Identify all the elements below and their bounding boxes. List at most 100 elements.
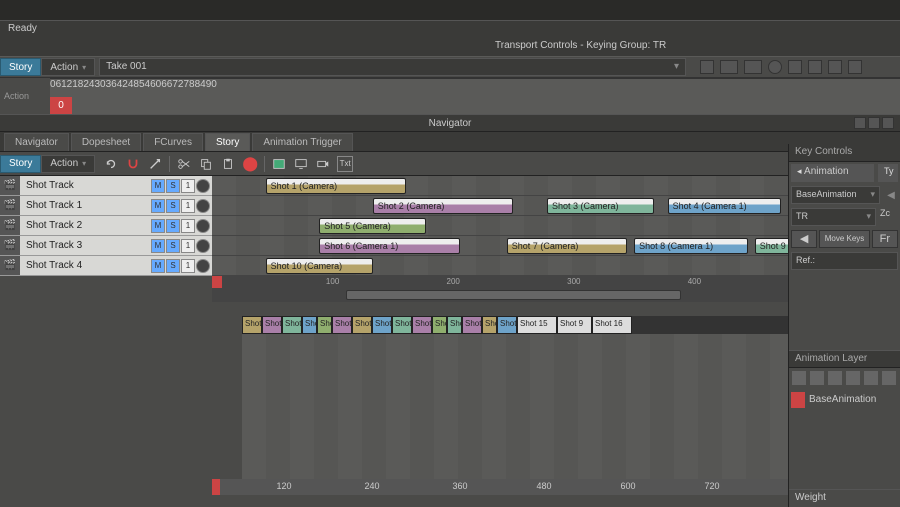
shot-strip-cell[interactable]: Shot — [242, 316, 262, 334]
razor-icon[interactable] — [147, 156, 163, 172]
story-toggle-button[interactable]: Story — [0, 155, 41, 173]
shot-strip-cell[interactable]: Shot — [462, 316, 482, 334]
record-arm-icon[interactable] — [196, 179, 210, 193]
animation-section[interactable]: ◂ Animation — [791, 164, 874, 182]
lock-icon[interactable]: 1 — [181, 259, 195, 273]
shot-strip-cell[interactable]: Shot — [372, 316, 392, 334]
current-frame-cursor[interactable]: 0 — [50, 97, 72, 115]
lock-icon[interactable]: 1 — [181, 219, 195, 233]
tab-navigator[interactable]: Navigator — [4, 133, 69, 151]
picture-icon[interactable] — [271, 156, 287, 172]
lock-icon[interactable]: 1 — [181, 199, 195, 213]
lock-icon[interactable]: 1 — [181, 239, 195, 253]
clapper-icon[interactable]: 🎬 — [0, 256, 20, 275]
track-lane[interactable]: Shot 6 (Camera 1) Shot 7 (Camera) Shot 8 (… — [212, 236, 882, 256]
layer-tool5-icon[interactable] — [864, 371, 878, 385]
fr-button[interactable]: Fr — [872, 230, 898, 248]
copy-icon[interactable] — [198, 156, 214, 172]
solo-icon[interactable]: S — [166, 259, 180, 273]
record-button[interactable] — [768, 60, 782, 74]
shot-strip-cell[interactable]: Shc — [432, 316, 447, 334]
magnet-icon[interactable] — [125, 156, 141, 172]
track-lane[interactable]: Shot 5 (Camera) — [212, 216, 882, 236]
shot-clip[interactable]: Shot 6 (Camera 1) — [319, 238, 460, 254]
minimize-icon[interactable] — [854, 117, 866, 129]
bottom-cursor[interactable] — [212, 479, 220, 495]
shot-strip-cell[interactable]: Shot 9 — [557, 316, 592, 334]
shot-strip-cell[interactable]: Shot — [332, 316, 352, 334]
shot-clip[interactable]: Shot 8 (Camera 1) — [634, 238, 748, 254]
shot-strip-cell[interactable]: Shot — [392, 316, 412, 334]
txt-icon[interactable]: Txt — [337, 156, 353, 172]
prev-key-button[interactable]: ◀ — [791, 230, 817, 248]
layer-select-dropdown[interactable]: BaseAnimation — [791, 186, 880, 204]
shot-strip-cell[interactable]: Shot 16 — [592, 316, 632, 334]
clapper-icon[interactable]: 🎬 — [0, 236, 20, 255]
solo-icon[interactable]: S — [166, 239, 180, 253]
tab-fcurves[interactable]: FCurves — [143, 133, 203, 151]
mini-cursor[interactable] — [212, 276, 222, 288]
bottom-ruler[interactable]: 120240360480600720 — [212, 479, 882, 495]
step-fwd-button[interactable] — [828, 60, 842, 74]
scroll-thumb[interactable] — [346, 290, 681, 300]
track-row[interactable]: 🎬 Shot Track 3 M S 1 — [0, 236, 212, 256]
shot-clip[interactable]: Shot 3 (Camera) — [547, 198, 654, 214]
shot-clip[interactable]: Shot 2 (Camera) — [373, 198, 514, 214]
tab-story[interactable]: Story — [205, 133, 250, 151]
layer-del-icon[interactable] — [828, 371, 842, 385]
collapse-bar[interactable]: ▸ — [0, 302, 900, 316]
record-arm-icon[interactable] — [196, 239, 210, 253]
close-icon[interactable] — [882, 117, 894, 129]
shot-strip-cell[interactable]: Shc — [482, 316, 497, 334]
shot-clip[interactable]: Shot 1 (Camera) — [266, 178, 407, 194]
shot-strip-cell[interactable]: Shc — [302, 316, 317, 334]
step-back-button[interactable] — [808, 60, 822, 74]
layer-dup-icon[interactable] — [810, 371, 824, 385]
clapper-icon[interactable]: 🎬 — [0, 196, 20, 215]
tab-animation-trigger[interactable]: Animation Trigger — [252, 133, 352, 151]
film-icon[interactable]: ⬤ — [242, 156, 258, 172]
shot-strip[interactable]: ShotShotShotShcShcShotShotShotShotShotSh… — [242, 316, 882, 334]
shot-clip[interactable]: Shot 4 (Camera 1) — [668, 198, 782, 214]
clapper-icon[interactable]: 🎬 — [0, 176, 20, 195]
mute-icon[interactable]: M — [151, 179, 165, 193]
layer-item-base[interactable]: BaseAnimation — [791, 390, 898, 410]
shot-strip-cell[interactable]: Shc — [317, 316, 332, 334]
loop-button[interactable] — [700, 60, 714, 74]
camera-icon[interactable] — [315, 156, 331, 172]
lock-icon[interactable]: 1 — [181, 179, 195, 193]
shot-clip[interactable]: Shot 10 (Camera) — [266, 258, 373, 274]
record-arm-icon[interactable] — [196, 219, 210, 233]
shot-strip-cell[interactable]: Shot — [412, 316, 432, 334]
monitor-icon[interactable] — [293, 156, 309, 172]
track-lane[interactable]: Shot 1 (Camera) — [212, 176, 882, 196]
track-row[interactable]: 🎬 Shot Track 4 M S 1 — [0, 256, 212, 276]
shot-strip-cell[interactable]: Shot — [282, 316, 302, 334]
ref-field[interactable]: Ref.: — [791, 252, 898, 270]
timeline-scrollbar[interactable] — [212, 288, 882, 302]
tr-dropdown[interactable]: TR — [791, 208, 876, 226]
mute-icon[interactable]: M — [151, 219, 165, 233]
record-arm-icon[interactable] — [196, 259, 210, 273]
stop-button[interactable] — [720, 60, 738, 74]
move-keys-button[interactable]: Move Keys — [819, 230, 870, 248]
shot-clip[interactable]: Shot 7 (Camera) — [507, 238, 628, 254]
track-content[interactable]: Shot 1 (Camera) Shot 2 (Camera) Shot 3 (Ca… — [212, 176, 882, 276]
layer-tool6-icon[interactable] — [882, 371, 896, 385]
undo-icon[interactable] — [103, 156, 119, 172]
maximize-icon[interactable] — [868, 117, 880, 129]
dope-body[interactable] — [242, 334, 882, 479]
story-action-dropdown[interactable]: Action — [41, 155, 95, 173]
solo-icon[interactable]: S — [166, 199, 180, 213]
layer-new-icon[interactable] — [792, 371, 806, 385]
mini-ruler[interactable]: 100200300400500 — [212, 276, 882, 288]
layer-tool4-icon[interactable] — [846, 371, 860, 385]
mute-icon[interactable]: M — [151, 239, 165, 253]
shot-strip-cell[interactable]: Shot — [497, 316, 517, 334]
action-dropdown[interactable]: Action — [41, 58, 95, 76]
clapper-icon[interactable]: 🎬 — [0, 216, 20, 235]
shot-clip[interactable]: Shot 5 (Camera) — [319, 218, 426, 234]
solo-icon[interactable]: S — [166, 219, 180, 233]
story-mode-button[interactable]: Story — [0, 58, 41, 76]
goto-end-button[interactable] — [848, 60, 862, 74]
